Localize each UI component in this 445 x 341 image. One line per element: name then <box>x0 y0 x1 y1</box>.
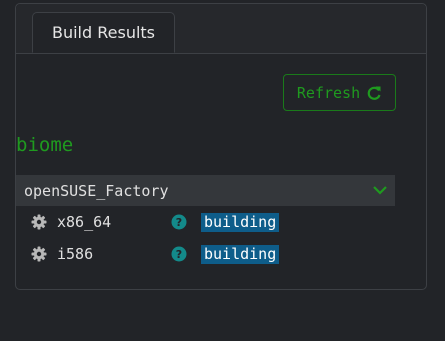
architecture-row: i586 ? building <box>31 242 301 266</box>
architecture-row: x86_64 ? building <box>31 210 301 234</box>
help-icon[interactable]: ? <box>171 246 187 262</box>
svg-text:?: ? <box>176 248 182 261</box>
refresh-button[interactable]: Refresh <box>283 74 396 111</box>
refresh-icon <box>366 85 382 101</box>
svg-text:?: ? <box>176 216 182 229</box>
help-icon[interactable]: ? <box>171 214 187 230</box>
architecture-name: x86_64 <box>57 213 112 231</box>
repository-name: openSUSE_Factory <box>24 181 169 200</box>
tab-build-results[interactable]: Build Results <box>32 12 175 53</box>
repository-row[interactable]: openSUSE_Factory <box>16 175 395 206</box>
refresh-button-label: Refresh <box>296 83 361 102</box>
gear-icon[interactable] <box>31 214 47 230</box>
gear-icon[interactable] <box>31 246 47 262</box>
chevron-down-icon <box>372 181 388 200</box>
package-name[interactable]: biome <box>16 133 73 157</box>
architecture-name: i586 <box>57 245 94 263</box>
status-badge[interactable]: building <box>201 244 280 264</box>
card-header: Build Results <box>16 4 426 54</box>
status-badge[interactable]: building <box>201 212 280 232</box>
